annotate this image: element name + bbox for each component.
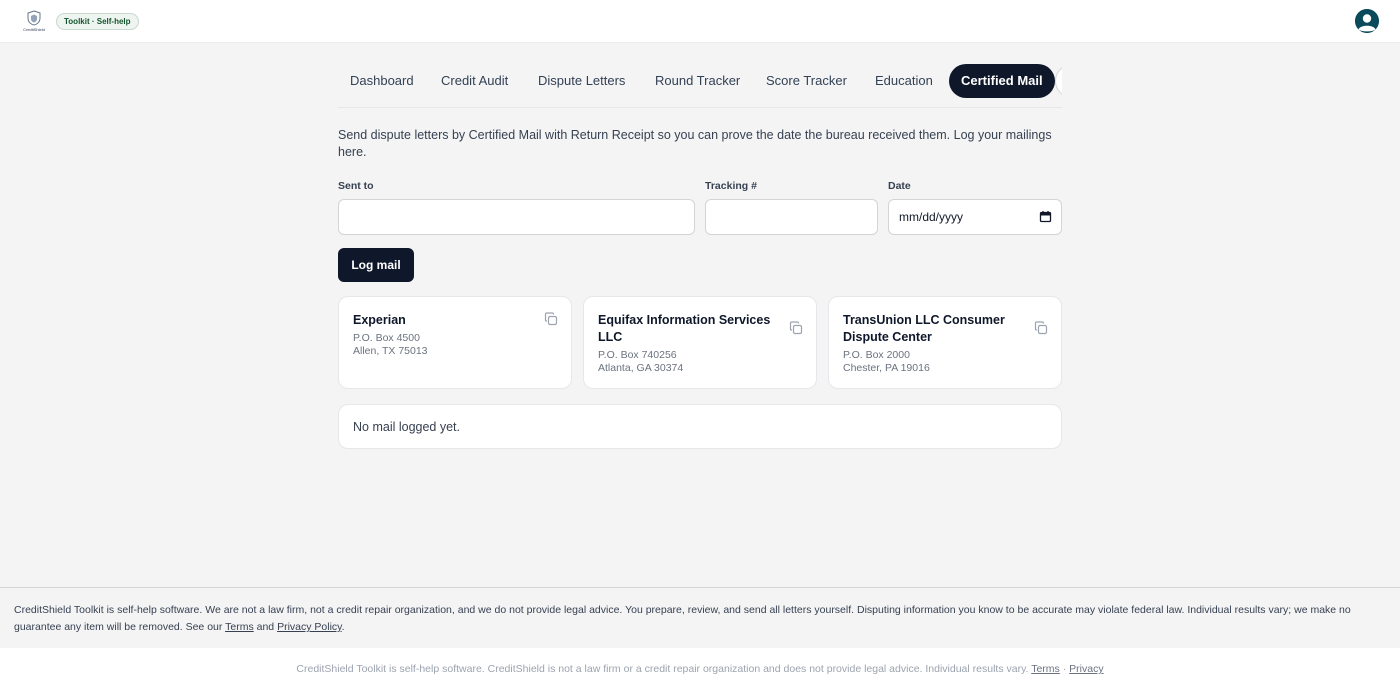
footer-terms-link[interactable]: Terms — [1031, 663, 1060, 675]
sent-to-input[interactable] — [338, 199, 695, 235]
bureau-address-line1: P.O. Box 2000 — [843, 349, 910, 361]
top-header: CreditShield Toolkit · Self-help — [0, 0, 1400, 43]
user-avatar[interactable] — [1355, 9, 1379, 33]
shield-logo-icon — [27, 10, 41, 26]
bureau-address-line2: Chester, PA 19016 — [843, 362, 930, 374]
bureau-card-transunion: TransUnion LLC Consumer Dispute Center P… — [828, 296, 1062, 389]
tab-score-tracker[interactable]: Score Tracker — [754, 64, 859, 98]
empty-state-text: No mail logged yet. — [353, 420, 461, 434]
tab-dashboard[interactable]: Dashboard — [338, 64, 426, 98]
bureau-name: TransUnion LLC Consumer Dispute Center — [843, 313, 1005, 344]
tracking-label: Tracking # — [705, 180, 757, 192]
bureau-card-equifax: Equifax Information Services LLC P.O. Bo… — [583, 296, 817, 389]
tab-next-partial[interactable] — [1055, 64, 1062, 98]
page-footer: CreditShield Toolkit is self-help softwa… — [0, 648, 1400, 691]
calendar-icon[interactable] — [1039, 210, 1052, 223]
logo-text: CreditShield — [23, 27, 45, 32]
copy-icon[interactable] — [789, 321, 803, 335]
log-mail-button[interactable]: Log mail — [338, 248, 414, 282]
creditshield-logo[interactable]: CreditShield — [20, 10, 48, 34]
intro-text: Send dispute letters by Certified Mail w… — [338, 128, 1052, 159]
disclaimer-and: and — [256, 621, 275, 633]
copy-icon[interactable] — [1034, 321, 1048, 335]
mail-log-panel: No mail logged yet. — [338, 404, 1062, 449]
disclaimer-privacy-link[interactable]: Privacy Policy — [277, 621, 342, 633]
footer-separator: · — [1062, 663, 1067, 675]
footer-text: CreditShield Toolkit is self-help softwa… — [296, 663, 1029, 675]
toolkit-badge: Toolkit · Self-help — [56, 13, 139, 30]
main-tabs: Dashboard Credit Audit Dispute Letters R… — [338, 64, 1062, 108]
date-input[interactable]: mm/dd/yyyy — [888, 199, 1062, 235]
disclaimer-terms-link[interactable]: Terms — [225, 621, 254, 633]
footer-privacy-link[interactable]: Privacy — [1069, 663, 1103, 675]
date-placeholder: mm/dd/yyyy — [899, 210, 964, 224]
disclaimer-end: . — [341, 621, 345, 633]
sent-to-label: Sent to — [338, 180, 374, 192]
bureau-address-line2: Allen, TX 75013 — [353, 345, 428, 357]
tab-certified-mail[interactable]: Certified Mail — [949, 64, 1055, 98]
legal-disclaimer: CreditShield Toolkit is self-help softwa… — [0, 587, 1400, 648]
user-avatar-icon — [1355, 9, 1379, 33]
tracking-input[interactable] — [705, 199, 878, 235]
disclaimer-text: CreditShield Toolkit is self-help softwa… — [14, 604, 1351, 633]
bureau-address-line1: P.O. Box 740256 — [598, 349, 677, 361]
tab-education[interactable]: Education — [863, 64, 945, 98]
bureau-address-line1: P.O. Box 4500 — [353, 332, 420, 344]
date-label: Date — [888, 180, 911, 192]
copy-icon[interactable] — [544, 312, 558, 326]
bureau-name: Equifax Information Services LLC — [598, 313, 771, 344]
tab-dispute-letters[interactable]: Dispute Letters — [526, 64, 637, 98]
bureau-card-experian: Experian P.O. Box 4500 Allen, TX 75013 — [338, 296, 572, 389]
bureau-address-line2: Atlanta, GA 30374 — [598, 362, 684, 374]
bureau-name: Experian — [353, 313, 406, 327]
tab-round-tracker[interactable]: Round Tracker — [643, 64, 752, 98]
tab-credit-audit[interactable]: Credit Audit — [429, 64, 520, 98]
